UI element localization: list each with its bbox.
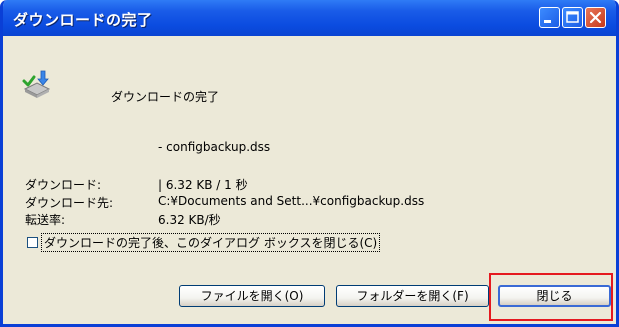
minimize-icon xyxy=(544,20,551,23)
close-window-button[interactable] xyxy=(585,7,606,28)
window-title: ダウンロードの完了 xyxy=(13,11,153,29)
maximize-button[interactable] xyxy=(562,7,583,28)
title-bar[interactable]: ダウンロードの完了 xyxy=(3,0,616,36)
file-name: - configbackup.dss xyxy=(158,140,271,154)
dialog-body: ダウンロードの完了 - configbackup.dss ダウンロード: | 6… xyxy=(3,36,616,324)
close-icon xyxy=(589,11,602,24)
download-complete-icon xyxy=(22,70,51,98)
header-text: ダウンロードの完了 xyxy=(111,90,220,104)
minimize-button[interactable] xyxy=(539,7,560,28)
close-on-complete-label[interactable]: ダウンロードの完了後、このダイアログ ボックスを閉じる(C) xyxy=(41,233,381,252)
close-button-highlight xyxy=(489,273,613,321)
maximize-icon xyxy=(566,11,579,23)
download-label: ダウンロード: xyxy=(25,178,102,192)
close-on-complete-checkbox[interactable] xyxy=(27,237,38,248)
open-file-button[interactable]: ファイルを開く(O) xyxy=(179,285,325,307)
transfer-rate-value: 6.32 KB/秒 xyxy=(158,213,221,227)
download-complete-dialog: ダウンロードの完了 ダウンロードの完了 - configbackup.dss ダ… xyxy=(0,0,619,327)
destination-label: ダウンロード先: xyxy=(25,196,114,210)
close-on-complete-option[interactable]: ダウンロードの完了後、このダイアログ ボックスを閉じる(C) xyxy=(27,233,381,252)
transfer-rate-label: 転送率: xyxy=(25,213,66,227)
open-folder-button[interactable]: フォルダーを開く(F) xyxy=(336,285,489,307)
destination-value: C:¥Documents and Sett...¥configbackup.ds… xyxy=(158,194,425,208)
download-value: | 6.32 KB / 1 秒 xyxy=(158,178,248,192)
